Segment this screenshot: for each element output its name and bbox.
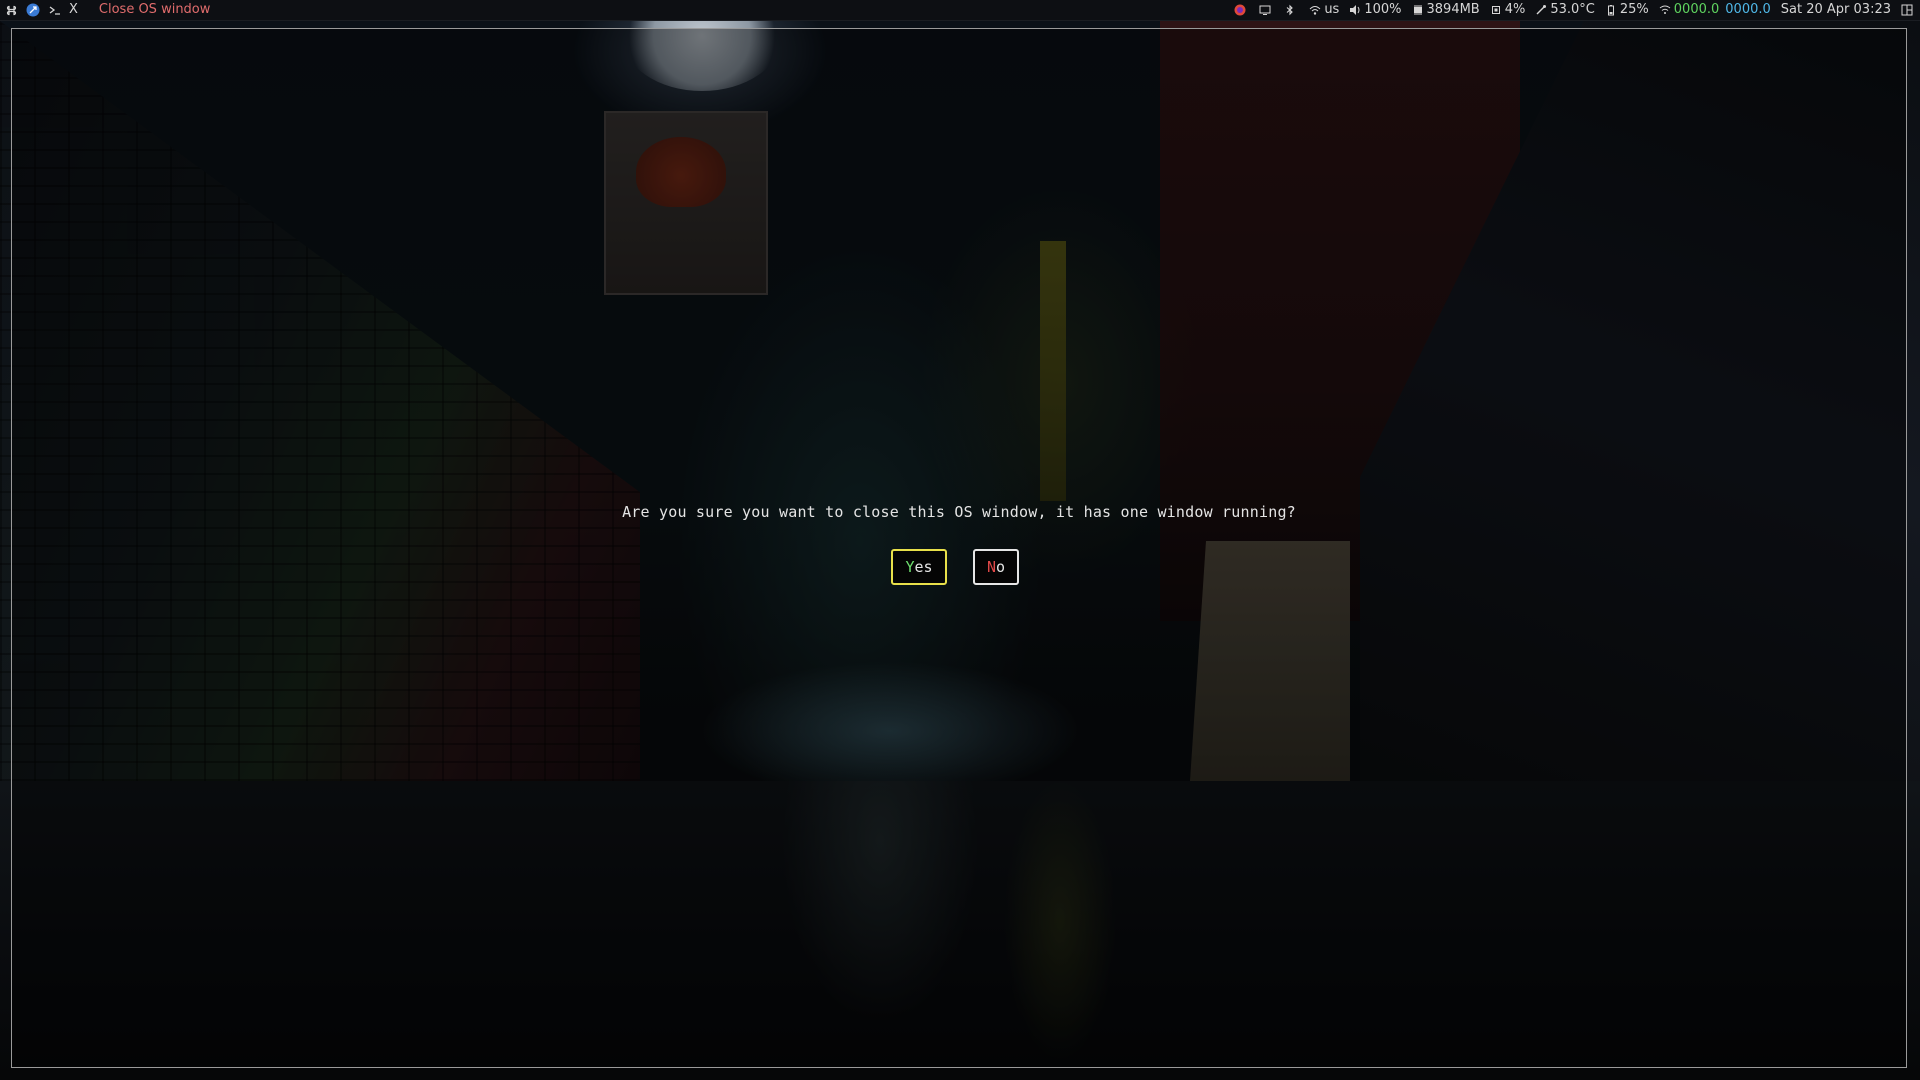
- bluetooth-icon[interactable]: [1284, 4, 1296, 16]
- display-icon[interactable]: [1259, 4, 1271, 16]
- no-label-rest: o: [996, 558, 1006, 576]
- tray-display[interactable]: [1259, 4, 1274, 16]
- battery-icon: [1605, 4, 1617, 16]
- close-confirmation-dialog: Are you sure you want to close this OS w…: [12, 29, 1906, 1067]
- datetime[interactable]: Sat 20 Apr 03:23: [1781, 0, 1891, 20]
- tray-network-speed: 0000.0 0000.0: [1659, 0, 1771, 20]
- cpu-value: 4%: [1504, 2, 1526, 17]
- thermometer-icon: [1535, 4, 1547, 16]
- firefox-icon[interactable]: [1234, 4, 1246, 16]
- cpu-icon: [1490, 4, 1502, 16]
- tray-volume[interactable]: 100%: [1349, 0, 1402, 20]
- network-signal-icon: [1659, 4, 1671, 16]
- tray-temperature: 53.0°C: [1535, 0, 1595, 20]
- tray-wifi[interactable]: us: [1309, 0, 1339, 20]
- memory-value: 3894MB: [1426, 2, 1480, 17]
- volume-value: 100%: [1364, 2, 1402, 17]
- top-status-bar: X Close OS window us 100% 3894MB 4% 53.0…: [0, 0, 1920, 21]
- battery-value: 25%: [1619, 2, 1649, 17]
- window-close-glyph[interactable]: X: [69, 0, 78, 20]
- terminal-icon[interactable]: [48, 3, 62, 17]
- layout-icon[interactable]: [1901, 4, 1913, 16]
- yes-hotkey: Y: [905, 558, 915, 576]
- command-icon[interactable]: [4, 3, 18, 17]
- tray-memory: 3894MB: [1412, 0, 1480, 20]
- volume-icon[interactable]: [1349, 4, 1361, 16]
- wifi-icon[interactable]: [1309, 4, 1321, 16]
- yes-button[interactable]: Yes: [891, 549, 947, 585]
- terminal-os-window[interactable]: Are you sure you want to close this OS w…: [11, 28, 1907, 1068]
- window-title: Close OS window: [98, 2, 211, 17]
- tray-bluetooth[interactable]: [1284, 4, 1299, 16]
- keyboard-layout[interactable]: us: [1324, 0, 1339, 20]
- browser-icon[interactable]: [26, 3, 40, 17]
- tray-clock[interactable]: Sat 20 Apr 03:23: [1781, 0, 1891, 20]
- dialog-message: Are you sure you want to close this OS w…: [622, 503, 1296, 521]
- tray-firefox[interactable]: [1234, 4, 1249, 16]
- network-down-value: 0000.0: [1725, 2, 1771, 17]
- temperature-value: 53.0°C: [1550, 2, 1595, 17]
- network-up-value: 0000.0: [1673, 2, 1720, 17]
- tray-cpu: 4%: [1490, 0, 1526, 20]
- tray-layout-switch[interactable]: [1901, 4, 1916, 16]
- tray-battery: 25%: [1605, 0, 1649, 20]
- no-button[interactable]: No: [973, 549, 1019, 585]
- memory-icon: [1412, 4, 1424, 16]
- no-hotkey: N: [986, 558, 996, 576]
- yes-label-rest: es: [914, 558, 933, 576]
